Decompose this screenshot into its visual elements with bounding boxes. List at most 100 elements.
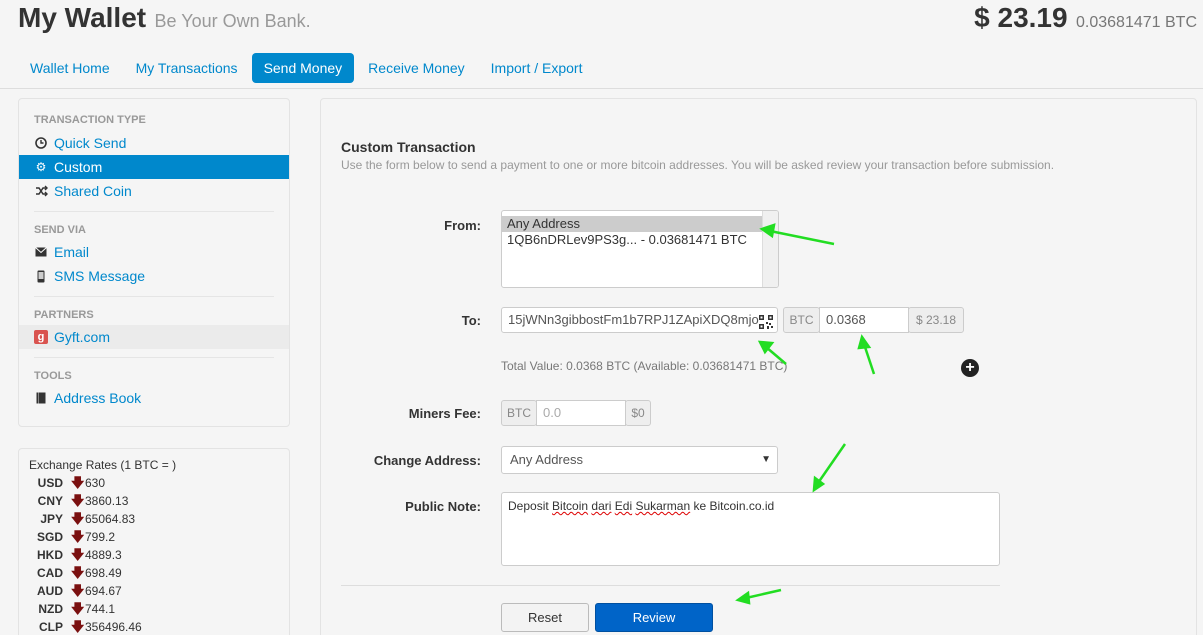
rate-value: 3860.13 bbox=[85, 494, 129, 508]
rate-value: 799.2 bbox=[85, 530, 116, 544]
sidebar-item-label: Custom bbox=[54, 159, 103, 175]
tab-my-transactions[interactable]: My Transactions bbox=[124, 53, 250, 83]
sidebar-item-label: Shared Coin bbox=[54, 183, 132, 199]
arrow-down-icon: 🡇 bbox=[71, 547, 85, 562]
plus-icon: + bbox=[965, 359, 975, 376]
caret-down-icon: ▼ bbox=[761, 454, 771, 465]
rate-row: HKD 🡇 4889.3 bbox=[29, 546, 279, 564]
rate-row: CLP 🡇 356496.46 bbox=[29, 618, 279, 635]
amount-usd-addon: $ 23.18 bbox=[908, 307, 964, 333]
to-label: To: bbox=[461, 313, 481, 328]
rate-currency-code: HKD bbox=[37, 548, 63, 562]
change-address-select[interactable]: Any Address ▼ bbox=[501, 446, 778, 474]
arrow-down-icon: 🡇 bbox=[71, 493, 85, 508]
arrow-down-icon: 🡇 bbox=[71, 619, 85, 634]
rate-row: SGD 🡇 799.2 bbox=[29, 528, 279, 546]
btc-addon: BTC bbox=[783, 307, 820, 333]
arrow-down-icon: 🡇 bbox=[71, 583, 85, 598]
envelope-icon bbox=[34, 245, 48, 259]
tab-send-money[interactable]: Send Money bbox=[251, 53, 355, 83]
sidebar-item-shared-coin[interactable]: Shared Coin bbox=[19, 179, 289, 203]
rate-currency-code: NZD bbox=[38, 602, 63, 616]
note-text: Deposit bbox=[508, 499, 553, 513]
tab-import-export[interactable]: Import / Export bbox=[479, 53, 595, 83]
review-payment-button[interactable]: Review Payment bbox=[595, 603, 713, 632]
sidebar-item-quick-send[interactable]: Quick Send bbox=[19, 131, 289, 155]
rate-currency-code: USD bbox=[37, 476, 63, 490]
sidebar-item-label: Address Book bbox=[54, 390, 142, 406]
sidebar-header-transaction-type: TRANSACTION TYPE bbox=[34, 114, 146, 126]
sidebar-item-sms[interactable]: SMS Message bbox=[19, 264, 289, 288]
public-note-label: Public Note: bbox=[405, 499, 481, 514]
total-value-text: Total Value: 0.0368 BTC (Available: 0.03… bbox=[501, 359, 788, 373]
exchange-rates-panel: Exchange Rates (1 BTC = ) USD 🡇 630 CNY 🡇 386… bbox=[18, 448, 290, 635]
note-text-misspelled: dari bbox=[591, 499, 612, 513]
miners-fee-input[interactable]: 0.0 bbox=[536, 400, 626, 426]
qr-code-icon[interactable] bbox=[759, 313, 773, 329]
note-text: ke Bitcoin.co.id bbox=[690, 499, 775, 513]
sidebar-header-tools: TOOLS bbox=[34, 370, 72, 382]
sidebar-header-partners: PARTNERS bbox=[34, 309, 94, 321]
rate-row: AUD 🡇 694.67 bbox=[29, 582, 279, 600]
rate-row: NZD 🡇 744.1 bbox=[29, 600, 279, 618]
public-note-textarea[interactable]: Deposit Bitcoin dari Edi Sukarman ke Bit… bbox=[501, 492, 1000, 566]
note-text-misspelled: Sukarman bbox=[635, 499, 691, 513]
from-option[interactable]: 1QB6nDRLev9PS3g... - 0.03681471 BTC bbox=[502, 232, 778, 248]
form-divider bbox=[341, 585, 1000, 586]
sidebar-divider bbox=[34, 296, 274, 297]
exchange-rates-title: Exchange Rates (1 BTC = ) bbox=[29, 458, 177, 472]
sidebar-item-label: SMS Message bbox=[54, 268, 146, 284]
brand: My Wallet Be Your Own Bank. bbox=[18, 2, 311, 34]
sidebar-item-label: Email bbox=[54, 244, 90, 260]
gear-icon: ⚙ bbox=[35, 160, 47, 174]
sidebar-item-address-book[interactable]: Address Book bbox=[19, 386, 289, 410]
form-title: Custom Transaction bbox=[341, 139, 476, 155]
rate-currency-code: AUD bbox=[37, 584, 63, 598]
sidebar-header-send-via: SEND VIA bbox=[34, 224, 86, 236]
rate-value: 65064.83 bbox=[85, 512, 136, 526]
arrow-down-icon: 🡇 bbox=[71, 475, 85, 490]
arrow-down-icon: 🡇 bbox=[71, 529, 85, 544]
amount-input[interactable]: 0.0368 bbox=[819, 307, 909, 333]
fee-usd-addon: $0 bbox=[625, 400, 651, 426]
arrow-down-icon: 🡇 bbox=[71, 601, 85, 616]
app-title: My Wallet bbox=[18, 2, 147, 33]
rate-currency-code: CAD bbox=[37, 566, 63, 580]
from-address-select[interactable]: Any Address 1QB6nDRLev9PS3g... - 0.03681… bbox=[501, 210, 779, 288]
rate-value: 744.1 bbox=[85, 602, 116, 616]
phone-icon bbox=[34, 269, 48, 283]
rate-row: CAD 🡇 698.49 bbox=[29, 564, 279, 582]
to-address-input[interactable]: 15jWNn3gibbostFm1b7RPJ1ZApiXDQ8mjo bbox=[501, 307, 778, 333]
sidebar-item-email[interactable]: Email bbox=[19, 240, 289, 264]
sidebar-item-gyft[interactable]: g Gyft.com bbox=[19, 325, 289, 349]
form-description: Use the form below to send a payment to … bbox=[341, 158, 1055, 172]
shuffle-icon bbox=[34, 184, 48, 198]
balance-usd: $ 23.19 bbox=[974, 2, 1068, 33]
rate-currency-code: JPY bbox=[40, 512, 63, 526]
balance-btc: 0.03681471 BTC bbox=[1076, 14, 1197, 31]
fee-btc-addon: BTC bbox=[501, 400, 537, 426]
rate-currency-code: CNY bbox=[37, 494, 63, 508]
change-address-label: Change Address: bbox=[373, 453, 481, 468]
add-recipient-button[interactable]: + bbox=[961, 359, 979, 377]
from-scrollbar[interactable] bbox=[762, 211, 778, 287]
rate-currency-code: CLP bbox=[39, 620, 63, 634]
sidebar-item-label: Quick Send bbox=[54, 135, 127, 151]
from-label: From: bbox=[444, 218, 481, 233]
note-text-misspelled: Bitcoin bbox=[552, 499, 589, 513]
arrow-down-icon: 🡇 bbox=[71, 565, 85, 580]
tab-receive-money[interactable]: Receive Money bbox=[356, 53, 477, 83]
rate-currency-code: SGD bbox=[36, 530, 63, 544]
reset-form-button[interactable]: Reset Form bbox=[501, 603, 589, 632]
sidebar-item-custom[interactable]: ⚙ Custom bbox=[19, 155, 289, 179]
rate-value: 4889.3 bbox=[85, 548, 122, 562]
rate-row: USD 🡇 630 bbox=[29, 474, 279, 492]
miners-fee-label: Miners Fee: bbox=[408, 406, 481, 421]
rate-value: 630 bbox=[85, 476, 106, 490]
balance: $ 23.19 0.03681471 BTC bbox=[974, 2, 1197, 34]
tab-wallet-home[interactable]: Wallet Home bbox=[18, 53, 122, 83]
from-option[interactable]: Any Address bbox=[502, 216, 778, 232]
gyft-logo-icon: g bbox=[34, 330, 48, 344]
sidebar: TRANSACTION TYPE Quick Send ⚙ Custom Sha… bbox=[18, 98, 290, 427]
sidebar-divider bbox=[34, 211, 274, 212]
